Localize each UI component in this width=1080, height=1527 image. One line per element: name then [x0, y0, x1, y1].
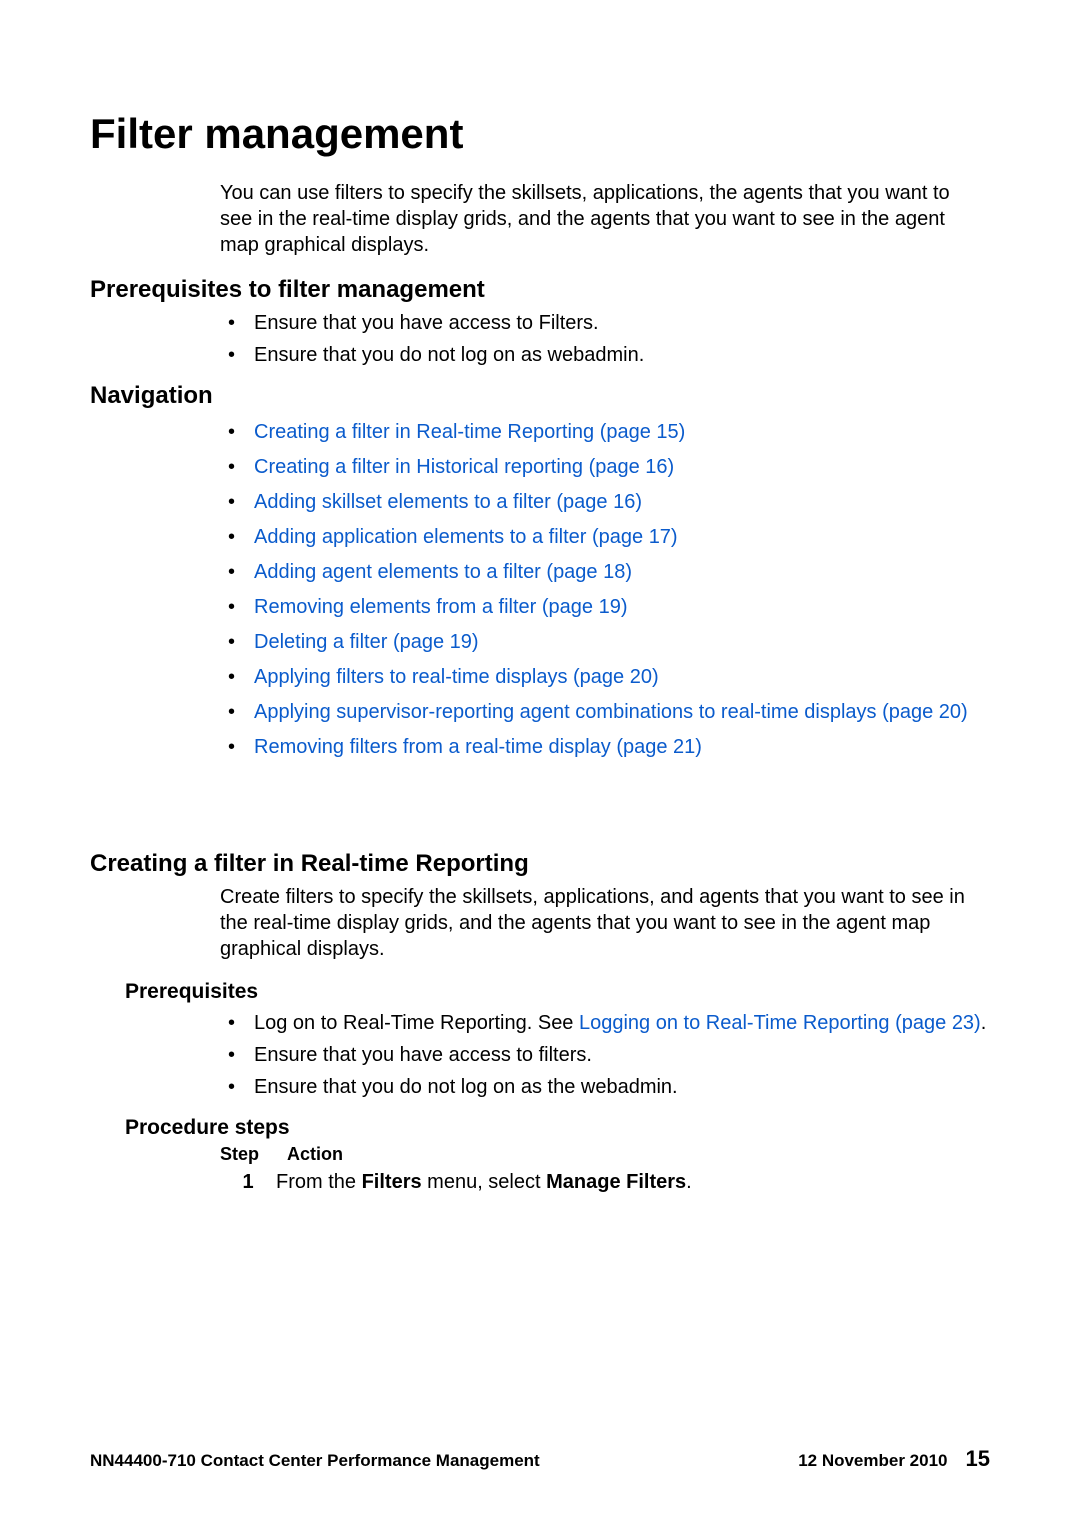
navigation-list: Creating a filter in Real-time Reporting…: [220, 420, 990, 760]
page-footer: NN44400-710 Contact Center Performance M…: [90, 1446, 990, 1472]
list-item: Adding skillset elements to a filter (pa…: [220, 490, 990, 515]
procedure-row: 1 From the Filters menu, select Manage F…: [220, 1171, 990, 1194]
text: .: [686, 1171, 692, 1193]
nav-link[interactable]: Creating a filter in Real-time Reporting…: [254, 421, 685, 443]
text: From the: [276, 1171, 362, 1193]
col-action: Action: [287, 1144, 343, 1165]
list-item: Ensure that you have access to Filters.: [220, 311, 990, 336]
list-item: Applying filters to real-time displays (…: [220, 665, 990, 690]
nav-link[interactable]: Adding agent elements to a filter (page …: [254, 561, 632, 583]
list-item: Applying supervisor-reporting agent comb…: [220, 700, 990, 725]
navigation-heading: Navigation: [90, 382, 990, 410]
sub-prereq-list: Log on to Real-Time Reporting. See Loggi…: [220, 1011, 990, 1100]
doc-id: NN44400-710 Contact Center Performance M…: [90, 1451, 540, 1471]
nav-link[interactable]: Creating a filter in Historical reportin…: [254, 456, 674, 478]
procedure-table-head: Step Action: [220, 1144, 990, 1165]
nav-link[interactable]: Adding application elements to a filter …: [254, 526, 678, 548]
prerequisites-heading: Prerequisites to filter management: [90, 276, 990, 304]
list-item: Removing filters from a real-time displa…: [220, 735, 990, 760]
list-item: Removing elements from a filter (page 19…: [220, 595, 990, 620]
nav-link[interactable]: Removing elements from a filter (page 19…: [254, 596, 628, 618]
prerequisites-list: Ensure that you have access to Filters. …: [220, 311, 990, 368]
intro-paragraph: You can use filters to specify the skill…: [220, 180, 980, 258]
list-item: Ensure that you have access to filters.: [220, 1043, 990, 1068]
menu-name: Filters: [362, 1171, 422, 1193]
footer-date: 12 November 2010: [798, 1451, 947, 1471]
text: .: [981, 1012, 987, 1034]
menu-item: Manage Filters: [546, 1171, 686, 1193]
procedure-heading: Procedure steps: [125, 1116, 990, 1140]
nav-link[interactable]: Applying filters to real-time displays (…: [254, 666, 659, 688]
nav-link[interactable]: Removing filters from a real-time displa…: [254, 736, 702, 758]
nav-link[interactable]: Deleting a filter (page 19): [254, 631, 479, 653]
list-item: Deleting a filter (page 19): [220, 630, 990, 655]
list-item: Adding application elements to a filter …: [220, 525, 990, 550]
section-heading: Creating a filter in Real-time Reporting: [90, 850, 990, 878]
list-item: Adding agent elements to a filter (page …: [220, 560, 990, 585]
list-item: Ensure that you do not log on as the web…: [220, 1075, 990, 1100]
prerequisites-subheading: Prerequisites: [125, 980, 990, 1004]
list-item: Log on to Real-Time Reporting. See Loggi…: [220, 1011, 990, 1036]
list-item: Creating a filter in Historical reportin…: [220, 455, 990, 480]
nav-link[interactable]: Applying supervisor-reporting agent comb…: [254, 701, 968, 723]
section-intro: Create filters to specify the skillsets,…: [220, 884, 980, 962]
inline-link[interactable]: Logging on to Real-Time Reporting (page …: [579, 1012, 981, 1034]
step-action: From the Filters menu, select Manage Fil…: [276, 1171, 990, 1194]
page-title: Filter management: [90, 110, 990, 158]
list-item: Creating a filter in Real-time Reporting…: [220, 420, 990, 445]
step-number: 1: [220, 1171, 276, 1194]
page-number: 15: [966, 1446, 990, 1472]
text: menu, select: [422, 1171, 547, 1193]
nav-link[interactable]: Adding skillset elements to a filter (pa…: [254, 491, 642, 513]
list-item: Ensure that you do not log on as webadmi…: [220, 343, 990, 368]
text: Log on to Real-Time Reporting. See: [254, 1012, 579, 1034]
col-step: Step: [220, 1144, 259, 1165]
